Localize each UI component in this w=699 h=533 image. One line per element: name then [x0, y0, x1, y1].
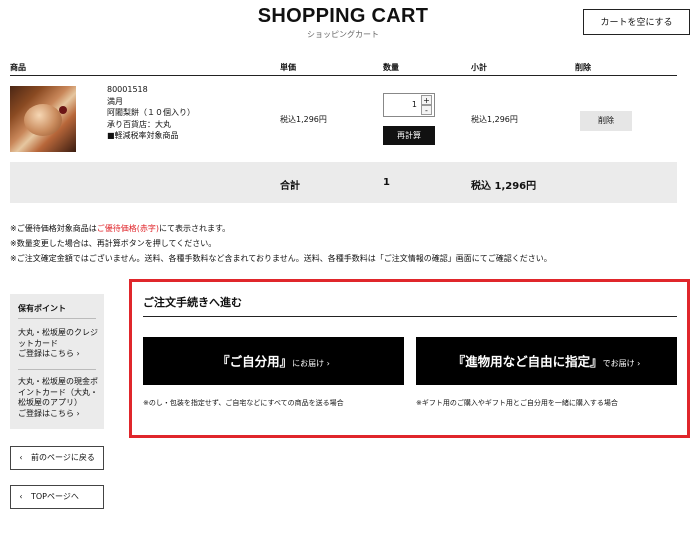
credit-card-register-link[interactable]: 大丸・松坂屋のクレジ ットカード ご登録はこちら ›: [18, 328, 102, 360]
empty-cart-button[interactable]: カートを空にする: [583, 9, 690, 35]
product-code: 80001518: [107, 85, 148, 94]
note-red-text: ご優待価格(赤字): [96, 224, 159, 233]
product-description: 阿闍梨餅（１０個入り）: [107, 108, 195, 117]
product-tax-note: ■軽減税率対象商品: [107, 131, 179, 140]
point-card-register-link[interactable]: 大丸・松坂屋の現金ポ イントカード（大丸・ 松坂屋のアプリ） ご登録はこちら ›: [18, 377, 102, 419]
back-button[interactable]: ‹ 前のページに戻る: [10, 446, 104, 470]
gift-delivery-caption: ※ギフト用のご購入やギフト用とご自分用を一緒に購入する場合: [416, 399, 618, 407]
unit-price: 税込1,296円: [280, 115, 327, 124]
top-page-button[interactable]: ‹ TOPページへ: [10, 485, 104, 509]
column-header-product: 商品: [10, 63, 26, 72]
total-amount: 税込 1,296円: [471, 181, 537, 192]
quantity-stepper[interactable]: 1 + -: [383, 93, 435, 117]
item-subtotal: 税込1,296円: [471, 115, 518, 124]
product-thumbnail[interactable]: [10, 86, 76, 152]
column-header-delete: 削除: [575, 63, 591, 72]
quantity-increase-button[interactable]: +: [421, 95, 432, 105]
total-label: 合計: [280, 181, 300, 192]
column-header-unit-price: 単価: [280, 63, 296, 72]
recalculate-button[interactable]: 再計算: [383, 126, 435, 145]
note-line: ※ご優待価格対象商品はご優待価格(赤字)にて表示されます。: [10, 224, 231, 233]
quantity-input[interactable]: 1: [412, 94, 417, 116]
chevron-left-icon: ‹: [19, 492, 23, 501]
total-quantity: 1: [383, 177, 390, 188]
quantity-decrease-button[interactable]: -: [421, 105, 432, 115]
procedure-title: ご注文手続きへ進む: [143, 296, 242, 309]
chevron-left-icon: ‹: [19, 453, 23, 462]
points-heading: 保有ポイント: [18, 304, 66, 313]
product-info: 80001518 満月 阿闍梨餅（１０個入り） 承り百貨店：大丸 ■軽減税率対象…: [107, 84, 195, 142]
self-delivery-button[interactable]: 『ご自分用』にお届け ›: [143, 337, 404, 385]
column-header-quantity: 数量: [383, 63, 399, 72]
procedure-divider: [143, 316, 677, 317]
delete-button[interactable]: 削除: [580, 111, 632, 131]
column-header-subtotal: 小計: [471, 63, 487, 72]
self-delivery-caption: ※のし・包装を指定せず、ご自宅などにすべての商品を送る場合: [143, 399, 344, 407]
product-name[interactable]: 満月: [107, 96, 195, 108]
product-store: 承り百貨店：大丸: [107, 119, 171, 129]
note-line: ※ご注文確定金額ではございません。送料、各種手数料など含まれておりません。送料、…: [10, 254, 552, 263]
cart-notes: ※ご優待価格対象商品はご優待価格(赤字)にて表示されます。 ※数量変更した場合は…: [10, 221, 552, 266]
sidebar-divider: [18, 369, 96, 370]
total-row: [10, 162, 677, 203]
gift-delivery-button[interactable]: 『進物用など自由に指定』でお届け ›: [416, 337, 677, 385]
table-divider: [10, 75, 677, 76]
sidebar-divider: [18, 318, 96, 319]
note-line: ※数量変更した場合は、再計算ボタンを押してください。: [10, 239, 217, 248]
